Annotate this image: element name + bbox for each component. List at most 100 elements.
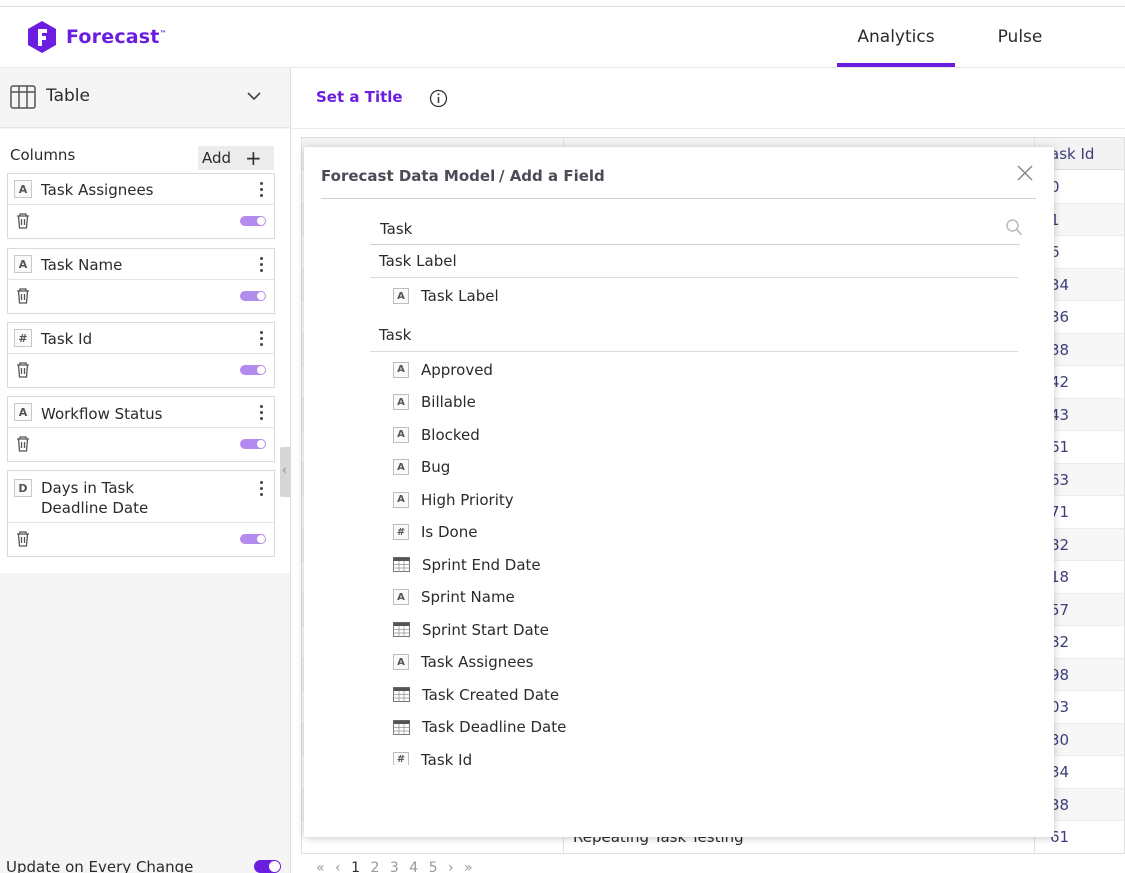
logo[interactable]: Forecast™ bbox=[28, 21, 167, 53]
field-name: High Priority bbox=[421, 490, 514, 509]
page-5[interactable]: 5 bbox=[429, 860, 441, 873]
calendar-icon bbox=[393, 557, 410, 572]
table-icon bbox=[10, 85, 36, 109]
page-3[interactable]: 3 bbox=[390, 860, 402, 873]
column-visibility-toggle[interactable] bbox=[240, 365, 266, 375]
field-list: Task Label A Task Label Task A Approved A Billa… bbox=[370, 245, 1020, 765]
type-number-icon: # bbox=[393, 524, 409, 540]
close-icon[interactable] bbox=[1016, 164, 1034, 182]
calendar-icon bbox=[393, 622, 410, 637]
more-options-icon[interactable] bbox=[260, 257, 264, 275]
field-name: Approved bbox=[421, 360, 493, 379]
prev-page-button[interactable]: ‹ bbox=[335, 860, 344, 873]
field-item[interactable]: # Task Id bbox=[393, 744, 473, 766]
calendar-icon bbox=[393, 719, 410, 735]
more-options-icon[interactable] bbox=[260, 481, 264, 499]
trash-icon[interactable] bbox=[15, 287, 31, 304]
more-options-icon[interactable] bbox=[260, 405, 264, 423]
first-page-button[interactable]: « bbox=[316, 860, 328, 873]
type-text-icon: A bbox=[393, 459, 409, 475]
field-item[interactable]: Task Deadline Date bbox=[393, 711, 566, 743]
type-text-icon: A bbox=[393, 491, 409, 508]
page-4[interactable]: 4 bbox=[409, 860, 421, 873]
trash-icon[interactable] bbox=[15, 435, 31, 452]
visualization-type-select[interactable]: Table bbox=[0, 68, 290, 128]
type-text-icon: A bbox=[393, 394, 409, 410]
trash-icon[interactable] bbox=[15, 212, 31, 229]
set-title-button[interactable]: Set a Title bbox=[316, 88, 403, 106]
field-name: Sprint End Date bbox=[422, 555, 541, 574]
field-name: Bug bbox=[421, 458, 451, 476]
field-name: Task Deadline Date bbox=[422, 718, 567, 736]
plus-icon: + bbox=[245, 146, 262, 170]
column-name: Workflow Status bbox=[41, 405, 163, 423]
next-page-button[interactable]: › bbox=[448, 860, 457, 873]
sidebar-collapse-handle[interactable] bbox=[280, 447, 291, 497]
last-page-button[interactable]: » bbox=[464, 860, 476, 873]
search-icon bbox=[1006, 219, 1023, 236]
field-name: Blocked bbox=[421, 425, 480, 444]
field-item[interactable]: A Blocked bbox=[393, 419, 480, 451]
field-name: Task Created Date bbox=[422, 685, 560, 704]
field-name: Is Done bbox=[421, 523, 478, 541]
field-name: Task Id bbox=[421, 750, 473, 766]
sidebar: Table Columns Add + A Task Assignees A T… bbox=[0, 68, 291, 873]
update-on-change-toggle[interactable] bbox=[254, 860, 281, 873]
field-item[interactable]: A Sprint Name bbox=[393, 581, 515, 613]
column-card-task-assignees[interactable]: A Task Assignees bbox=[7, 173, 275, 239]
page-1[interactable]: 1 bbox=[351, 860, 363, 873]
field-item[interactable]: Task Created Date bbox=[393, 679, 559, 711]
field-item[interactable]: Sprint Start Date bbox=[393, 614, 549, 646]
column-card-workflow-status[interactable]: A Workflow Status bbox=[7, 396, 275, 462]
field-item[interactable]: A Task Assignees bbox=[393, 646, 534, 678]
field-item[interactable]: # Is Done bbox=[393, 516, 477, 548]
type-text-icon: A bbox=[14, 180, 32, 198]
type-text-icon: A bbox=[393, 361, 409, 378]
column-visibility-toggle[interactable] bbox=[240, 216, 266, 226]
column-visibility-toggle[interactable] bbox=[240, 291, 266, 301]
type-text-icon: A bbox=[14, 255, 32, 273]
field-name: Task Assignees bbox=[421, 653, 534, 671]
add-field-dialog: Forecast Data Model / Add a Field Task L… bbox=[304, 147, 1054, 837]
chevron-down-icon[interactable] bbox=[246, 91, 262, 101]
field-search-input[interactable] bbox=[370, 213, 1020, 245]
dialog-title: Forecast Data Model bbox=[321, 167, 496, 185]
column-visibility-toggle[interactable] bbox=[240, 439, 266, 449]
type-number-icon: # bbox=[393, 751, 409, 765]
field-item[interactable]: A Billable bbox=[393, 386, 476, 418]
column-name: Task Assignees bbox=[41, 181, 154, 199]
type-text-icon: A bbox=[14, 403, 32, 421]
column-card-task-id[interactable]: # Task Id bbox=[7, 322, 275, 388]
field-item[interactable]: A High Priority bbox=[393, 484, 514, 516]
columns-panel: Columns Add + A Task Assignees A Task Na… bbox=[0, 129, 290, 573]
page-2[interactable]: 2 bbox=[370, 860, 382, 873]
tab-analytics[interactable]: Analytics bbox=[837, 7, 955, 67]
type-duration-icon: D bbox=[14, 479, 32, 497]
info-icon[interactable] bbox=[429, 89, 448, 108]
field-item[interactable]: Sprint End Date bbox=[393, 549, 541, 581]
tab-pulse[interactable]: Pulse bbox=[970, 7, 1070, 67]
update-on-change-label: Update on Every Change bbox=[6, 858, 194, 873]
header-task-id[interactable]: ask Id bbox=[1050, 145, 1094, 163]
column-card-task-name[interactable]: A Task Name bbox=[7, 248, 275, 314]
more-options-icon[interactable] bbox=[260, 331, 264, 349]
trash-icon[interactable] bbox=[15, 361, 31, 378]
app-header: Forecast™ Analytics Pulse bbox=[0, 7, 1125, 68]
calendar-icon bbox=[393, 687, 410, 702]
add-column-button[interactable]: Add + bbox=[198, 146, 274, 170]
field-item[interactable]: A Task Label bbox=[393, 280, 499, 312]
more-options-icon[interactable] bbox=[260, 182, 264, 200]
field-group-header: Task bbox=[370, 319, 1018, 352]
pagination: « ‹ 1 2 3 4 5 › » bbox=[316, 860, 476, 873]
column-visibility-toggle[interactable] bbox=[240, 534, 266, 544]
column-name: Task Name bbox=[41, 256, 123, 274]
main-divider bbox=[291, 128, 1125, 129]
trash-icon[interactable] bbox=[15, 530, 31, 547]
columns-label: Columns bbox=[10, 146, 76, 164]
field-item[interactable]: A Bug bbox=[393, 451, 450, 483]
column-card-days-in-task-deadline-date[interactable]: D Days in Task Deadline Date bbox=[7, 470, 275, 557]
type-text-icon: A bbox=[393, 654, 409, 670]
field-item[interactable]: A Approved bbox=[393, 354, 493, 386]
dialog-subtitle: / Add a Field bbox=[499, 167, 605, 185]
app-name: Forecast™ bbox=[66, 26, 167, 48]
